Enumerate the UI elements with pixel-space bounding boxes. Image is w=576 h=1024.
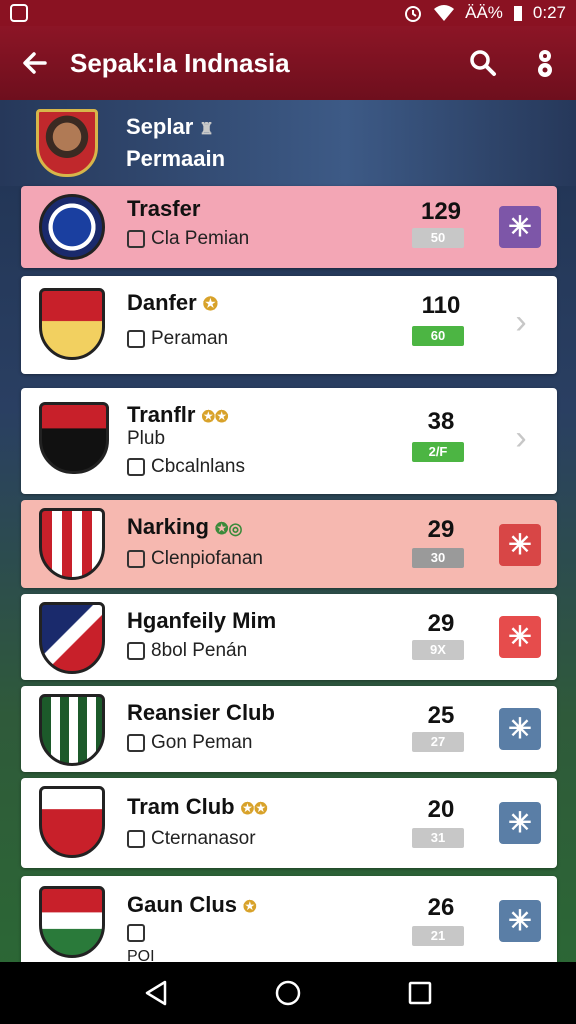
club-badge: 21 [412, 926, 464, 946]
club-sub [127, 924, 151, 942]
more-button[interactable] [514, 26, 576, 100]
battery-icon [513, 6, 522, 21]
trophy-icon: ♜ [199, 121, 214, 138]
nav-back-button[interactable] [136, 973, 176, 1013]
club-badge: 27 [412, 732, 464, 752]
club-points: 110 [421, 292, 461, 319]
chevron-right-icon[interactable]: › [501, 418, 541, 458]
club-points: 29 [427, 516, 455, 543]
favorite-button[interactable]: ✳ [499, 206, 541, 248]
list-item[interactable]: Trasfer Cla Pemian 129 50 ✳ [21, 186, 557, 268]
favorite-button[interactable]: ✳ [499, 900, 541, 942]
doc-icon [127, 550, 145, 568]
club-sub: Peraman [127, 328, 228, 350]
club-points: 129 [420, 198, 462, 225]
circle-home-icon [275, 980, 301, 1006]
header-line1: Seplar [126, 114, 194, 139]
club-crest-icon [39, 886, 105, 958]
club-crest-icon [39, 508, 105, 580]
chevron-right-icon[interactable]: › [501, 302, 541, 342]
battery-text: ÄÄ% [465, 3, 503, 22]
club-crest-icon [39, 602, 105, 674]
club-points: 20 [427, 796, 455, 823]
club-sub: Cbcalnlans [127, 456, 245, 478]
system-nav-bar [0, 962, 576, 1024]
club-name: Gaun Clus ✪ [127, 892, 257, 917]
doc-icon [127, 330, 145, 348]
doc-icon [127, 230, 145, 248]
doc-icon [127, 734, 145, 752]
club-name: Narking ✪◎ [127, 514, 243, 539]
doc-icon [127, 924, 145, 942]
header-line2: Permaain [126, 146, 226, 171]
nav-recents-button[interactable] [400, 973, 440, 1013]
club-badge: 30 [412, 548, 464, 568]
favorite-button[interactable]: ✳ [499, 708, 541, 750]
favorite-button[interactable]: ✳ [499, 524, 541, 566]
club-points: 29 [427, 610, 455, 637]
club-name: Hganfeily Mim [127, 608, 277, 633]
club-crest-icon [39, 194, 105, 260]
club-points: 26 [427, 894, 455, 921]
clock: 0:27 [532, 3, 566, 22]
list-item[interactable]: Danfer ✪ Peraman 110 60 › [21, 276, 557, 374]
nav-home-button[interactable] [268, 973, 308, 1013]
list-item[interactable]: Tram Club ✪✪ Cternanasor 20 31 ✳ [21, 778, 557, 868]
club-badge: 60 [412, 326, 464, 346]
club-badge: 31 [412, 828, 464, 848]
club-crest-icon [39, 694, 105, 766]
star-icon: ✪ [202, 294, 218, 314]
more-icon [538, 50, 552, 77]
list-item[interactable]: Hganfeily Mim 8bol Penán 29 9X ✳ [21, 594, 557, 680]
search-button[interactable] [452, 26, 514, 100]
list-item[interactable]: Narking ✪◎ Clenpiofanan 29 30 ✳ [21, 500, 557, 588]
club-badge: 50 [412, 228, 464, 248]
list-item[interactable]: Tranflr ✪✪ Plub Cbcalnlans 38 2/F › [21, 388, 557, 494]
doc-icon [127, 642, 145, 660]
club-name: Danfer ✪ [127, 290, 218, 315]
notification-icon [10, 4, 28, 22]
doc-icon [127, 830, 145, 848]
star-icon: ✪✪ [240, 801, 268, 818]
club-badge: 2/F [412, 442, 464, 462]
wifi-icon [434, 5, 455, 21]
club-name: Tram Club ✪✪ [127, 794, 268, 819]
club-sub: 8bol Penán [127, 640, 247, 662]
club-points: 38 [427, 408, 455, 435]
star-icon: ✪◎ [215, 521, 243, 538]
star-icon: ✪ [243, 899, 257, 916]
app-bar: Sepak:la Indnasia [0, 26, 576, 100]
club-sub: Gon Peman [127, 732, 252, 754]
doc-icon [127, 458, 145, 476]
favorite-button[interactable]: ✳ [499, 802, 541, 844]
list-item[interactable]: Gaun Clus ✪ POI 26 21 ✳ [21, 876, 557, 966]
search-icon [470, 50, 496, 76]
club-name: Tranflr ✪✪ [127, 402, 229, 427]
favorite-button[interactable]: ✳ [499, 616, 541, 658]
club-name: Trasfer [127, 196, 201, 221]
status-bar: ÄÄ% 0:27 [0, 0, 576, 26]
club-points: 25 [427, 702, 455, 729]
club-crest-icon [39, 402, 109, 474]
club-name-line2: Plub [127, 428, 166, 449]
back-button[interactable] [0, 26, 70, 100]
club-sub: Cternanasor [127, 828, 256, 850]
club-sub: Clenpiofanan [127, 548, 263, 570]
triangle-back-icon [145, 980, 167, 1006]
club-sub: Cla Pemian [127, 228, 249, 250]
profile-header: Seplar ♜ Permaain [0, 100, 576, 186]
club-crest-icon [39, 288, 105, 360]
back-arrow-icon [23, 52, 47, 74]
list-item[interactable]: Reansier Club Gon Peman 25 27 ✳ [21, 686, 557, 772]
club-crest-icon [39, 786, 105, 858]
alarm-icon [405, 6, 422, 22]
club-name: Reansier Club [127, 700, 275, 725]
club-badge: 9X [412, 640, 464, 660]
page-title: Sepak:la Indnasia [70, 47, 290, 78]
player-avatar [36, 109, 98, 177]
square-recents-icon [408, 981, 432, 1005]
star-icon: ✪✪ [201, 409, 229, 426]
